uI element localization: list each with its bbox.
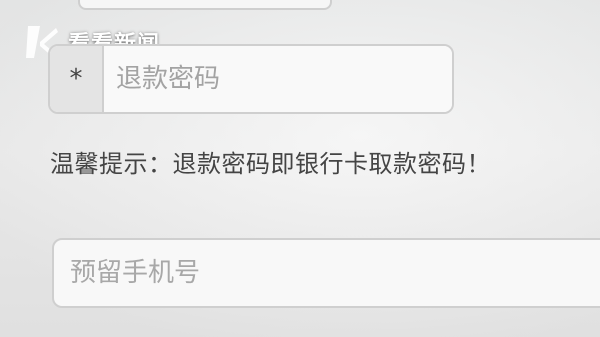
reserved-phone-input[interactable] <box>52 238 600 308</box>
previous-input-field[interactable] <box>78 0 332 10</box>
refund-password-group: * <box>48 44 454 114</box>
refund-password-tip: 温馨提示：退款密码即银行卡取款密码！ <box>50 150 491 178</box>
refund-password-input[interactable] <box>104 46 452 112</box>
required-asterisk: * <box>50 46 104 112</box>
